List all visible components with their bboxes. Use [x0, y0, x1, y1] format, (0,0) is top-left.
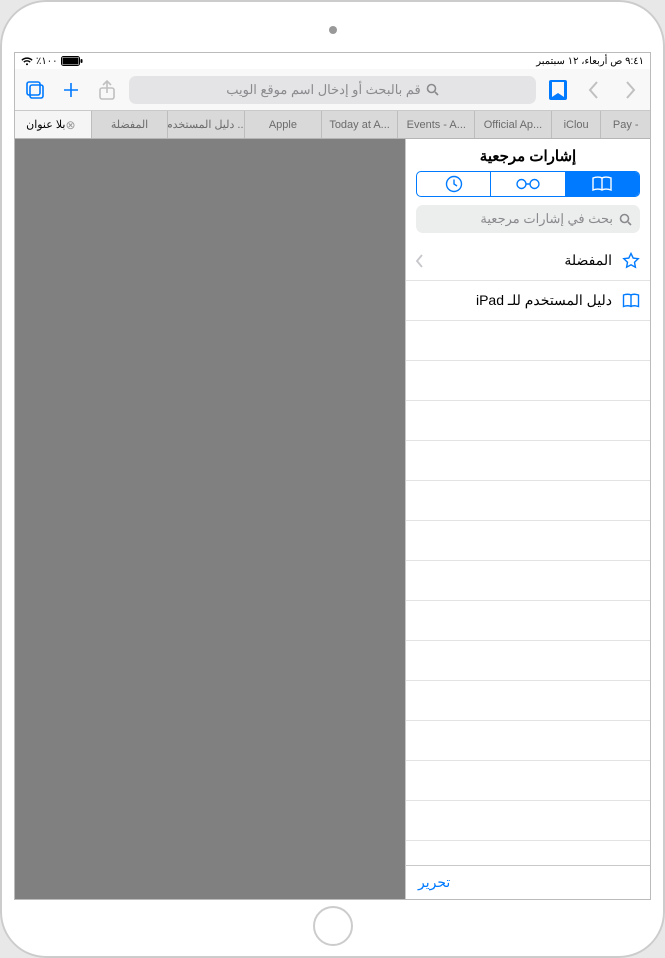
tabs-overview-button[interactable]: [21, 76, 49, 104]
tab-apple[interactable]: Apple: [245, 111, 322, 138]
close-icon[interactable]: ⊗: [66, 118, 76, 132]
url-placeholder: قم بالبحث أو إدخال اسم موقع الويب: [226, 82, 421, 98]
tab-bar: بلا عنوان ⊗ المفضلة دليل المستخدم ... Ap…: [15, 111, 650, 139]
chevron-left-icon: [416, 254, 424, 268]
forward-button[interactable]: [616, 76, 644, 104]
sidebar-footer: تحرير: [406, 865, 650, 899]
url-field[interactable]: قم بالبحث أو إدخال اسم موقع الويب: [129, 76, 536, 104]
clock-icon: [445, 175, 463, 193]
seg-readinglist[interactable]: [490, 172, 564, 196]
search-icon: [619, 213, 632, 226]
bookmarks-button[interactable]: [544, 76, 572, 104]
empty-rows-lines: [406, 321, 650, 865]
tab-label: المفضلة: [111, 118, 148, 131]
tab-events[interactable]: Events - A...: [398, 111, 475, 138]
list-item-label: دليل المستخدم للـ iPad: [476, 292, 612, 309]
list-item-userguide[interactable]: دليل المستخدم للـ iPad: [406, 281, 650, 321]
search-icon: [426, 83, 439, 96]
tab-untitled[interactable]: بلا عنوان ⊗: [15, 111, 92, 138]
tab-label: Apple: [269, 119, 297, 131]
battery-icon: [61, 56, 83, 66]
book-icon: [591, 176, 613, 192]
seg-history[interactable]: [417, 172, 490, 196]
status-left: ٪١٠٠: [21, 56, 83, 67]
tab-userguide[interactable]: دليل المستخدم ...: [168, 111, 245, 138]
star-icon: [622, 252, 640, 270]
tab-official[interactable]: Official Ap...: [475, 111, 552, 138]
camera-dot: [329, 26, 337, 34]
screen: ٪١٠٠ ٩:٤١ ص أربعاء، ١٢ سبتمبر قم بالبحث …: [14, 52, 651, 900]
list-item-favorites[interactable]: المفضلة: [406, 241, 650, 281]
new-tab-button[interactable]: [57, 76, 85, 104]
tab-today[interactable]: Today at A...: [322, 111, 399, 138]
home-button[interactable]: [313, 906, 353, 946]
tab-label: Pay -: [613, 119, 639, 131]
bookmarks-search[interactable]: بحث في إشارات مرجعية: [416, 205, 640, 233]
toolbar: قم بالبحث أو إدخال اسم موقع الويب: [15, 69, 650, 111]
back-button[interactable]: [580, 76, 608, 104]
bookmarks-list: المفضلة دليل المستخدم للـ iPad: [406, 241, 650, 865]
seg-bookmarks[interactable]: [565, 172, 639, 196]
dimmed-webview[interactable]: [15, 139, 405, 899]
tab-pay[interactable]: Pay -: [601, 111, 650, 138]
battery-text: ٪١٠٠: [36, 56, 58, 67]
wifi-icon: [21, 56, 33, 66]
status-datetime: ٩:٤١ ص أربعاء، ١٢ سبتمبر: [536, 56, 644, 67]
tab-label: Official Ap...: [484, 119, 543, 131]
edit-button[interactable]: تحرير: [418, 874, 450, 890]
tab-label: Today at A...: [329, 119, 390, 131]
bookmarks-sidebar: إشارات مرجعية بحث في إشارات مرجعية: [405, 139, 650, 899]
tab-label: Events - A...: [407, 119, 466, 131]
tab-favorites[interactable]: المفضلة: [92, 111, 169, 138]
content: إشارات مرجعية بحث في إشارات مرجعية: [15, 139, 650, 899]
share-button[interactable]: [93, 76, 121, 104]
list-item-label: المفضلة: [564, 252, 612, 269]
ipad-frame: ٪١٠٠ ٩:٤١ ص أربعاء، ١٢ سبتمبر قم بالبحث …: [0, 0, 665, 958]
glasses-icon: [515, 178, 541, 190]
segmented-control: [416, 171, 640, 197]
tab-label: دليل المستخدم ...: [168, 118, 245, 131]
tab-label: بلا عنوان: [26, 118, 65, 131]
search-placeholder: بحث في إشارات مرجعية: [480, 211, 613, 227]
tab-icloud[interactable]: iClou: [552, 111, 602, 138]
status-bar: ٪١٠٠ ٩:٤١ ص أربعاء، ١٢ سبتمبر: [15, 53, 650, 69]
book-icon: [622, 293, 640, 309]
sidebar-title: إشارات مرجعية: [406, 139, 650, 171]
tab-label: iClou: [564, 119, 589, 131]
